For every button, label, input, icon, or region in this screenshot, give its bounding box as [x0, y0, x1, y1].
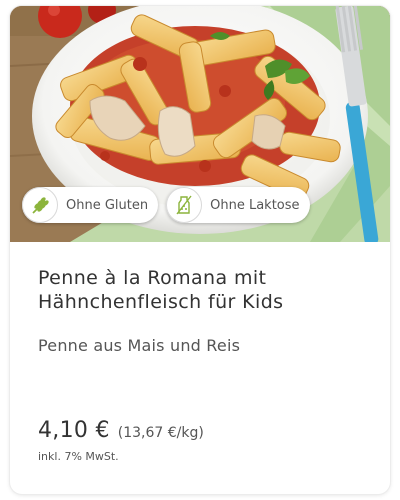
- price-row: 4,10 € (13,67 €/kg): [38, 418, 204, 443]
- product-title-line1: Penne à la Romana mit: [38, 267, 267, 289]
- product-title[interactable]: Penne à la Romana mit Hähnchenfleisch fü…: [38, 266, 368, 314]
- badge-gluten-free[interactable]: Ohne Gluten: [22, 187, 159, 223]
- unit-price: (13,67 €/kg): [117, 425, 204, 441]
- tax-note: inkl. 7% MwSt.: [38, 450, 119, 463]
- product-details: Penne à la Romana mit Hähnchenfleisch fü…: [38, 266, 368, 355]
- badge-lactose-free[interactable]: Ohne Laktose: [166, 187, 310, 223]
- milk-bottle-crossed-icon: [166, 187, 203, 223]
- badge-label: Ohne Gluten: [66, 197, 149, 213]
- diet-badges: Ohne Gluten Ohne Laktose: [22, 187, 310, 223]
- product-image[interactable]: Ohne Gluten Ohne Laktose: [10, 6, 390, 242]
- product-price: 4,10 €: [38, 418, 110, 443]
- product-subtitle: Penne aus Mais und Reis: [38, 336, 241, 355]
- wheat-crossed-icon: [22, 187, 58, 223]
- product-title-line2: Hähnchenfleisch für Kids: [38, 291, 284, 313]
- badge-label: Ohne Laktose: [210, 197, 300, 213]
- product-card[interactable]: Ohne Gluten Ohne Laktose Penne à la Roma…: [10, 6, 390, 494]
